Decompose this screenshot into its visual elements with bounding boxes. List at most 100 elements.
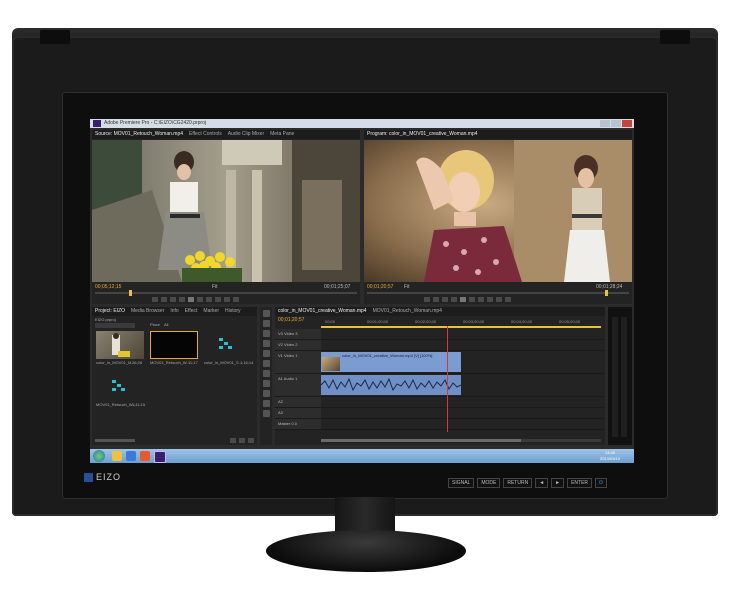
project-panel: Project: EIZO Media Browser Info Effect …	[92, 307, 257, 445]
taskbar-clock[interactable]: 13:46 2014/03/10	[600, 450, 620, 462]
tab-source[interactable]: Source: MOV01_Retouch_Woman.mp4	[95, 130, 183, 139]
timeline-playhead[interactable]	[447, 326, 448, 432]
program-go-to-in-button[interactable]	[442, 296, 448, 302]
audio-meter-left	[612, 317, 618, 437]
hw-button-enter[interactable]: ENTER	[567, 478, 593, 488]
timeline-scroll-thumb[interactable]	[321, 439, 521, 442]
extract-button[interactable]	[496, 296, 502, 302]
ruler-mark: 00;02;00;00	[415, 319, 437, 324]
track-header[interactable]: A3	[275, 408, 321, 418]
rolling-edit-tool-icon[interactable]	[262, 340, 270, 347]
sequence-icon[interactable]	[112, 380, 126, 392]
source-playhead[interactable]	[129, 290, 132, 296]
hw-button-return[interactable]: RETURN	[503, 478, 533, 488]
explorer-icon[interactable]	[112, 451, 122, 461]
premiere-taskbar-icon[interactable]	[154, 451, 166, 463]
program-step-back-button[interactable]	[451, 296, 457, 302]
app-titlebar: Adobe Premiere Pro - C:\EIZO\CG2420.prpr…	[90, 119, 634, 128]
tab-media-browser[interactable]: Media Browser	[131, 307, 164, 316]
project-footer-buttons	[230, 436, 254, 444]
program-mark-out-button[interactable]	[433, 296, 439, 302]
tab-sequence-2[interactable]: MOV01_Retouch_Woman.mp4	[373, 307, 442, 316]
export-frame-button[interactable]	[233, 296, 239, 302]
track-header[interactable]: A1 Audio 1	[275, 374, 321, 396]
go-to-out-button[interactable]	[206, 296, 212, 302]
rate-stretch-tool-icon[interactable]	[262, 350, 270, 357]
project-item-label: color_in_MOV01_M...	[96, 360, 135, 365]
clock-date: 2014/03/10	[599, 456, 620, 461]
timeline-panel: color_in_MOV01_creative_Woman.mp4 MOV01_…	[275, 307, 605, 445]
work-area-bar[interactable]	[321, 326, 601, 328]
track-header[interactable]: V3 Video 3	[275, 329, 321, 339]
selection-tool-icon[interactable]	[262, 310, 270, 317]
source-zoom-select[interactable]: Fit	[212, 284, 218, 290]
start-button-icon[interactable]	[93, 450, 105, 462]
browser-icon[interactable]	[126, 451, 136, 461]
tab-effect-controls[interactable]: Effect Controls	[189, 130, 222, 139]
program-playhead[interactable]	[605, 290, 608, 296]
track-header[interactable]: V1 Video 1	[275, 351, 321, 373]
program-scrubber[interactable]	[367, 290, 629, 296]
step-back-button[interactable]	[179, 296, 185, 302]
program-mark-in-button[interactable]	[424, 296, 430, 302]
step-forward-button[interactable]	[197, 296, 203, 302]
tab-audio-clip-mixer[interactable]: Audio Clip Mixer	[228, 130, 264, 139]
zoom-tool-icon[interactable]	[262, 410, 270, 417]
timeline-zoom-scrollbar[interactable]	[321, 439, 601, 442]
audio-clip[interactable]	[320, 375, 462, 395]
track-header[interactable]: A2	[275, 397, 321, 407]
delete-button[interactable]	[248, 437, 254, 443]
go-to-in-button[interactable]	[170, 296, 176, 302]
tab-meta-pane[interactable]: Meta Pane	[270, 130, 294, 139]
program-step-forward-button[interactable]	[469, 296, 475, 302]
program-zoom-select[interactable]: Fit	[404, 284, 410, 290]
source-play-button[interactable]	[188, 296, 194, 302]
mark-out-button[interactable]	[161, 296, 167, 302]
new-bin-button[interactable]	[230, 437, 236, 443]
tab-info[interactable]: Info	[170, 307, 178, 316]
tab-project[interactable]: Project: EIZO	[95, 307, 125, 316]
hw-button-mode[interactable]: MODE	[477, 478, 501, 488]
hw-button-right[interactable]: ►	[551, 478, 565, 488]
tab-program[interactable]: Program: color_in_MOV01_creative_Woman.m…	[367, 130, 478, 139]
pen-tool-icon[interactable]	[262, 390, 270, 397]
source-scrubber[interactable]	[95, 290, 357, 296]
hw-button-signal[interactable]: SIGNAL	[448, 478, 475, 488]
slip-tool-icon[interactable]	[262, 370, 270, 377]
minimize-button[interactable]	[600, 120, 610, 127]
media-player-icon[interactable]	[140, 451, 150, 461]
program-export-frame-button[interactable]	[505, 296, 511, 302]
tab-effects[interactable]: Effect	[185, 307, 198, 316]
ripple-edit-tool-icon[interactable]	[262, 330, 270, 337]
search-place-select[interactable]: All	[164, 322, 168, 327]
tab-sequence[interactable]: color_in_MOV01_creative_Woman.mp4	[278, 307, 367, 316]
sequence-icon[interactable]	[219, 338, 233, 350]
track-header[interactable]: Master 0.0	[275, 419, 321, 429]
project-item-thumbnail[interactable]	[96, 331, 144, 359]
hand-tool-icon[interactable]	[262, 400, 270, 407]
project-search-input[interactable]	[95, 323, 135, 328]
mark-in-button[interactable]	[152, 296, 158, 302]
project-item-thumbnail[interactable]	[150, 331, 198, 359]
new-item-button[interactable]	[239, 437, 245, 443]
insert-button[interactable]	[215, 296, 221, 302]
razor-tool-icon[interactable]	[262, 360, 270, 367]
track-select-tool-icon[interactable]	[262, 320, 270, 327]
program-video-image	[364, 140, 632, 282]
hw-button-left[interactable]: ◄	[535, 478, 549, 488]
slide-tool-icon[interactable]	[262, 380, 270, 387]
program-play-button[interactable]	[460, 296, 466, 302]
maximize-button[interactable]	[611, 120, 621, 127]
tab-history[interactable]: History	[225, 307, 241, 316]
close-button[interactable]	[622, 120, 632, 127]
overwrite-button[interactable]	[224, 296, 230, 302]
program-go-to-out-button[interactable]	[478, 296, 484, 302]
power-button[interactable]: ⏻	[595, 478, 608, 488]
source-video-frame[interactable]	[92, 140, 360, 282]
track-header[interactable]: V2 Video 2	[275, 340, 321, 350]
video-clip[interactable]: color_in_MOV01_creative_Woman.mp4 [V] [1…	[321, 352, 461, 372]
lift-button[interactable]	[487, 296, 493, 302]
program-video-frame[interactable]	[364, 140, 632, 282]
tab-markers[interactable]: Marker	[203, 307, 219, 316]
thumbnail-size-slider[interactable]	[95, 439, 135, 442]
